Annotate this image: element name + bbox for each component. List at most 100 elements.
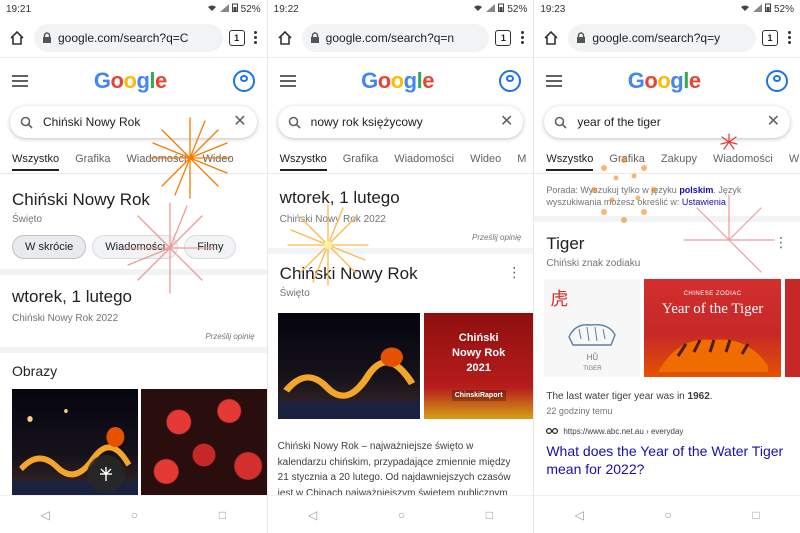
dragon-lantern-image[interactable] bbox=[277, 313, 420, 419]
status-bar: 19:21 52% bbox=[0, 0, 267, 18]
tab-switcher-button[interactable]: 1 bbox=[762, 29, 779, 46]
account-icon[interactable] bbox=[232, 70, 255, 92]
clear-search-icon[interactable]: ✕ bbox=[500, 114, 513, 130]
home-button[interactable] bbox=[540, 27, 562, 49]
android-nav-bar: ◁ ○ □ bbox=[0, 495, 267, 533]
recents-icon[interactable]: □ bbox=[752, 508, 759, 522]
recents-icon[interactable]: □ bbox=[219, 508, 226, 522]
google-logo[interactable]: Google bbox=[94, 68, 167, 94]
result-title-link[interactable]: What does the Year of the Water Tiger me… bbox=[534, 436, 800, 478]
address-bar[interactable]: google.com/search?q=n bbox=[301, 23, 490, 52]
hamburger-menu-icon[interactable] bbox=[279, 75, 296, 87]
image-strip: Chiński Nowy Rok 2021 ChinskiRaport bbox=[268, 299, 534, 419]
status-bar: 19:23 52% bbox=[534, 0, 800, 18]
chip-row: W skrócie Wiadomości Filmy bbox=[0, 225, 267, 269]
images-heading: Obrazy bbox=[12, 363, 58, 379]
more-options-icon[interactable]: ⋮ bbox=[507, 264, 521, 284]
tab-switcher-button[interactable]: 1 bbox=[228, 29, 245, 46]
dragon-lantern-image[interactable] bbox=[12, 389, 138, 495]
search-input[interactable]: Chiński Nowy Rok ✕ bbox=[10, 106, 257, 138]
tab-news[interactable]: Wiadomości bbox=[713, 153, 773, 165]
home-nav-icon[interactable]: ○ bbox=[131, 508, 138, 522]
chip-news[interactable]: Wiadomości bbox=[92, 235, 179, 259]
tab-images[interactable]: Grafika bbox=[609, 153, 644, 165]
results: wtorek, 1 lutego Chiński Nowy Rok 2022 P… bbox=[267, 176, 534, 495]
browser-toolbar: google.com/search?q=n 1 bbox=[267, 18, 534, 58]
tab-images[interactable]: Grafika bbox=[343, 153, 378, 165]
new-year-2021-card[interactable]: Chiński Nowy Rok 2021 ChinskiRaport bbox=[423, 313, 534, 419]
google-logo[interactable]: Google bbox=[628, 68, 701, 94]
google-header: Google bbox=[534, 58, 800, 104]
url-text: google.com/search?q=y bbox=[592, 30, 721, 45]
search-icon bbox=[20, 116, 33, 129]
tab-video[interactable]: Wideo bbox=[470, 153, 501, 165]
tab-news[interactable]: Wiadomości bbox=[394, 153, 454, 165]
address-bar[interactable]: google.com/search?q=C bbox=[34, 23, 223, 52]
search-input[interactable]: year of the tiger ✕ bbox=[544, 106, 790, 138]
fireworks-button[interactable] bbox=[87, 455, 125, 493]
google-header: Google bbox=[268, 58, 534, 104]
battery-level: 52% bbox=[507, 3, 528, 15]
android-nav-bar: ◁ ○ □ bbox=[534, 495, 800, 533]
tiger-caption: TIGER bbox=[583, 365, 602, 372]
tab-switcher-button[interactable]: 1 bbox=[495, 29, 512, 46]
tab-news[interactable]: Wiadomości bbox=[127, 153, 187, 165]
tab-shopping[interactable]: Zakupy bbox=[661, 153, 697, 165]
browser-toolbar: google.com/search?q=y 1 bbox=[534, 18, 800, 58]
feedback-link[interactable]: Prześlij opinię bbox=[0, 324, 267, 347]
chip-overview[interactable]: W skrócie bbox=[12, 235, 87, 259]
wifi-icon bbox=[740, 4, 750, 15]
tab-images[interactable]: Grafika bbox=[75, 153, 110, 165]
search-query: Chiński Nowy Rok bbox=[43, 115, 141, 129]
tiger-zodiac-image[interactable]: 虎 HǓ TIGER bbox=[544, 279, 641, 378]
back-icon[interactable]: ◁ bbox=[40, 508, 49, 522]
home-nav-icon[interactable]: ○ bbox=[665, 508, 672, 522]
chip-videos[interactable]: Filmy bbox=[184, 235, 237, 259]
settings-link[interactable]: Ustawienia bbox=[682, 197, 726, 207]
home-button[interactable] bbox=[274, 27, 296, 49]
tab-all[interactable]: Wszystko bbox=[12, 153, 60, 171]
feedback-link[interactable]: Prześlij opinię bbox=[268, 225, 534, 248]
browser-menu-button[interactable] bbox=[517, 31, 527, 44]
address-bar[interactable]: google.com/search?q=y bbox=[568, 23, 757, 52]
red-lanterns-image[interactable] bbox=[140, 389, 267, 495]
recents-icon[interactable]: □ bbox=[486, 508, 493, 522]
tiger-glyph: 虎 bbox=[550, 288, 569, 309]
account-icon[interactable] bbox=[766, 70, 789, 92]
abc-logo-icon bbox=[546, 428, 559, 435]
clear-search-icon[interactable]: ✕ bbox=[233, 114, 246, 130]
search-query: nowy rok księżycowy bbox=[310, 115, 423, 129]
tab-more[interactable]: M bbox=[517, 153, 526, 165]
language-link[interactable]: polskim bbox=[679, 185, 713, 195]
tab-more[interactable]: W bbox=[789, 153, 799, 165]
home-nav-icon[interactable]: ○ bbox=[398, 508, 405, 522]
phone-screen-1: 19:21 52% google.com/search?q=C 1 Google… bbox=[0, 0, 267, 533]
back-icon[interactable]: ◁ bbox=[308, 508, 317, 522]
back-icon[interactable]: ◁ bbox=[575, 508, 584, 522]
home-icon bbox=[10, 30, 24, 45]
browser-menu-button[interactable] bbox=[784, 31, 794, 44]
tab-video[interactable]: Wideo bbox=[202, 153, 233, 165]
clock: 19:22 bbox=[273, 3, 299, 15]
tab-all[interactable]: Wszystko bbox=[546, 153, 594, 171]
home-button[interactable] bbox=[6, 27, 28, 49]
hamburger-menu-icon[interactable] bbox=[12, 75, 28, 87]
yot-kicker: CHINESE ZODIAC bbox=[683, 291, 742, 298]
browser-menu-button[interactable] bbox=[251, 31, 261, 44]
clear-search-icon[interactable]: ✕ bbox=[767, 114, 780, 130]
partial-image[interactable] bbox=[784, 279, 800, 378]
more-options-icon[interactable]: ⋮ bbox=[774, 234, 788, 254]
language-tip: Porada: Wyszukuj tylko w języku polskim.… bbox=[546, 185, 742, 208]
knowledge-title: Tiger bbox=[546, 234, 585, 254]
search-input[interactable]: nowy rok księżycowy ✕ bbox=[278, 106, 524, 138]
phone-screen-2: 19:22 52% google.com/search?q=n 1 Google bbox=[266, 0, 534, 533]
tab-all[interactable]: Wszystko bbox=[279, 153, 327, 171]
year-of-tiger-image[interactable]: CHINESE ZODIAC Year of the Tiger bbox=[644, 279, 781, 378]
hamburger-menu-icon[interactable] bbox=[546, 75, 563, 87]
home-icon bbox=[544, 30, 558, 45]
tiger-drawing-icon bbox=[568, 323, 617, 346]
lock-icon bbox=[577, 31, 586, 43]
account-icon[interactable] bbox=[499, 70, 522, 92]
android-nav-bar: ◁ ○ □ bbox=[267, 495, 534, 533]
google-logo[interactable]: Google bbox=[361, 68, 434, 94]
